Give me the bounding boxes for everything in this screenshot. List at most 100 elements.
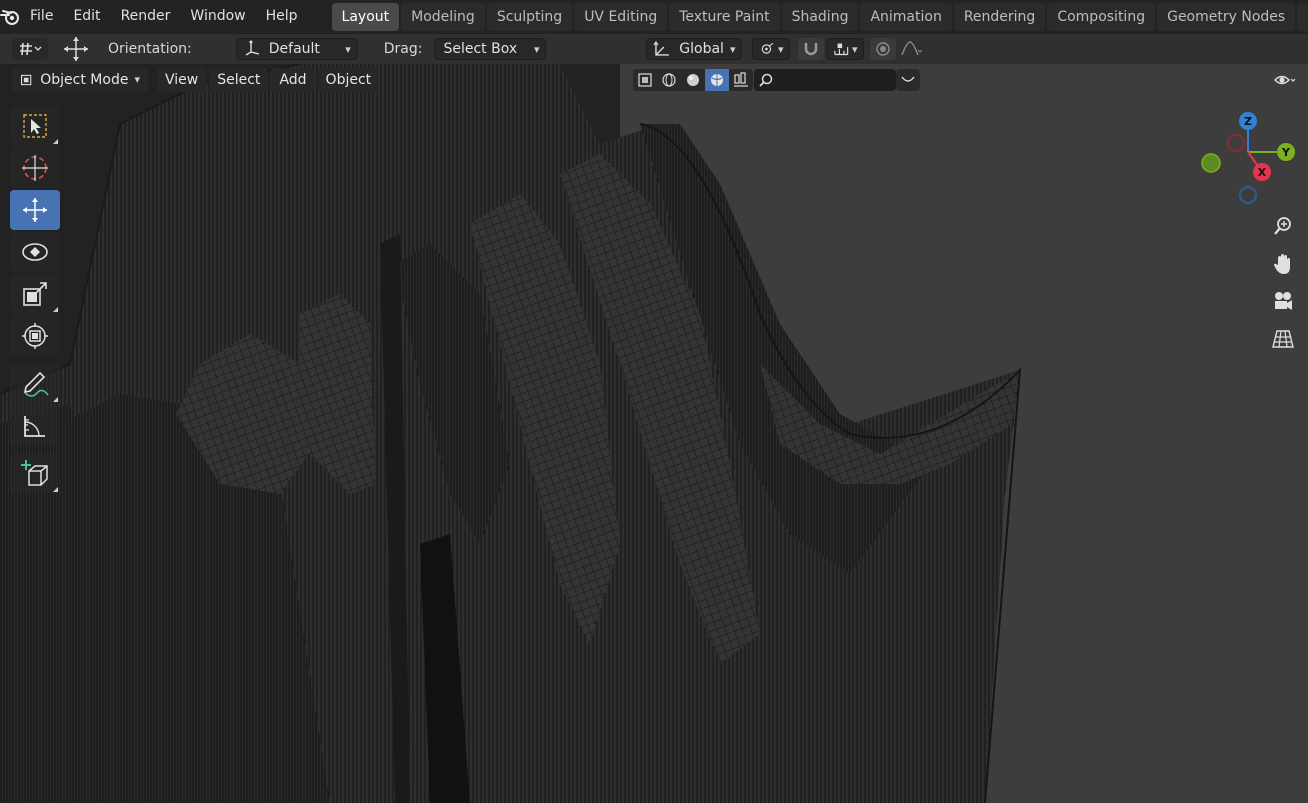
workspace-tabs: Layout Modeling Sculpting UV Editing Tex…	[331, 0, 1308, 34]
measure-tool[interactable]	[10, 406, 60, 446]
rendered-shading-button[interactable]	[705, 69, 729, 91]
add-cube-icon	[21, 460, 48, 486]
magnet-icon	[805, 43, 818, 56]
zoom-button[interactable]	[1267, 210, 1299, 242]
menu-select[interactable]: Select	[209, 68, 269, 92]
editor-type-button[interactable]	[12, 38, 48, 60]
3d-viewport[interactable]	[0, 64, 1308, 803]
transform-orientation-value: Global	[679, 41, 724, 57]
orientation-dropdown[interactable]: Default ▾	[235, 38, 358, 60]
pivot-point-dropdown[interactable]: ▾	[752, 38, 791, 60]
material-preview-icon	[734, 72, 748, 87]
add-cube-tool[interactable]	[10, 454, 60, 494]
chevron-down-icon: ▾	[729, 42, 736, 56]
menu-render[interactable]: Render	[111, 0, 181, 34]
gizmo-y-neg[interactable]	[1201, 153, 1221, 173]
camera-view-button[interactable]	[1267, 285, 1299, 317]
drag-label: Drag:	[383, 41, 423, 57]
gizmo-y-axis[interactable]: Y	[1277, 143, 1295, 161]
move-tool-icon	[60, 37, 92, 61]
tab-rendering[interactable]: Rendering	[953, 3, 1046, 31]
rotate-icon	[22, 243, 48, 261]
blender-logo-icon[interactable]	[0, 0, 20, 34]
rotate-tool[interactable]	[10, 232, 60, 272]
orientation-value: Default	[268, 41, 320, 57]
svg-text:Y: Y	[1281, 146, 1291, 159]
falloff-curve-icon	[901, 41, 923, 56]
snap-increment-icon	[834, 43, 849, 56]
search-icon	[759, 73, 773, 87]
wireframe-mesh	[0, 64, 1308, 803]
transform-orientation-icon	[653, 41, 670, 56]
tool-settings-header: Orientation: Default ▾ Drag: Select Box …	[0, 34, 1308, 64]
rendered-sphere-icon	[711, 74, 723, 86]
xray-toggle[interactable]	[633, 69, 657, 91]
chevron-down-icon: ▾	[777, 42, 784, 56]
wireframe-sphere-icon	[662, 73, 676, 87]
tab-layout[interactable]: Layout	[331, 3, 400, 31]
tab-scripting[interactable]: Scriptin	[1297, 3, 1308, 31]
cursor-tool[interactable]	[10, 148, 60, 188]
material-preview-button[interactable]	[729, 69, 753, 91]
tab-compositing[interactable]: Compositing	[1047, 3, 1156, 31]
ortho-toggle-button[interactable]	[1267, 323, 1299, 355]
annotate-tool[interactable]	[10, 364, 60, 404]
gizmo-x-neg[interactable]	[1227, 134, 1245, 152]
mode-dropdown[interactable]: Object Mode ▾	[12, 68, 148, 92]
snap-toggle[interactable]	[798, 38, 825, 60]
menu-window[interactable]: Window	[180, 0, 255, 34]
ruler-icon	[24, 416, 45, 437]
select-box-tool[interactable]	[10, 106, 60, 146]
blender-window: File Edit Render Window Help Layout Mode…	[0, 0, 1308, 803]
transform-icon	[22, 323, 48, 349]
chevron-down-icon: ▾	[533, 42, 540, 56]
transform-orientation-dropdown[interactable]: Global ▾	[646, 38, 743, 60]
tool-variants-corner	[53, 397, 58, 402]
mode-value: Object Mode	[40, 72, 129, 88]
snap-target-dropdown[interactable]: ▾	[826, 38, 865, 60]
gizmo-x-axis[interactable]: X	[1253, 163, 1271, 181]
shading-mode-group	[633, 69, 753, 91]
zoom-icon	[1274, 217, 1291, 235]
gizmo-z-axis[interactable]: Z	[1239, 112, 1257, 130]
transform-tool[interactable]	[10, 316, 60, 356]
chevron-down-icon: ▾	[851, 42, 858, 56]
xray-icon	[638, 73, 652, 87]
svg-text:X: X	[1258, 166, 1267, 179]
tab-animation[interactable]: Animation	[860, 3, 952, 31]
search-input[interactable]	[778, 72, 888, 88]
hand-pan-icon	[1274, 254, 1290, 274]
wireframe-shading-button[interactable]	[657, 69, 681, 91]
tab-sculpting[interactable]: Sculpting	[486, 3, 573, 31]
tab-shading[interactable]: Shading	[781, 3, 859, 31]
scale-icon	[23, 282, 47, 306]
editor-type-icon	[20, 42, 42, 56]
tool-shelf	[10, 106, 62, 496]
move-tool[interactable]	[10, 190, 60, 230]
menu-object[interactable]: Object	[317, 68, 380, 92]
falloff-dropdown[interactable]	[898, 38, 924, 60]
move-arrows-icon	[23, 198, 47, 222]
tab-uv-editing[interactable]: UV Editing	[574, 3, 668, 31]
menu-view[interactable]: View	[157, 68, 207, 92]
navigation-gizmo[interactable]: Z Y X	[1196, 108, 1300, 212]
tool-variants-corner	[53, 307, 58, 312]
tab-texture-paint[interactable]: Texture Paint	[669, 3, 780, 31]
menu-add[interactable]: Add	[271, 68, 315, 92]
solid-shading-button[interactable]	[681, 69, 705, 91]
proportional-editing-toggle[interactable]	[870, 38, 897, 60]
top-menubar: File Edit Render Window Help Layout Mode…	[0, 0, 1308, 34]
drag-dropdown[interactable]: Select Box ▾	[434, 38, 547, 60]
visibility-dropdown[interactable]	[1266, 68, 1304, 92]
tab-geometry-nodes[interactable]: Geometry Nodes	[1157, 3, 1296, 31]
pan-button[interactable]	[1267, 248, 1299, 280]
orientation-icon	[245, 40, 259, 56]
gizmo-z-neg[interactable]	[1239, 186, 1257, 204]
scale-tool[interactable]	[10, 274, 60, 314]
tab-modeling[interactable]: Modeling	[401, 3, 485, 31]
filter-button[interactable]	[896, 69, 920, 91]
menu-file[interactable]: File	[20, 0, 63, 34]
menu-help[interactable]: Help	[256, 0, 308, 34]
menu-edit[interactable]: Edit	[63, 0, 110, 34]
pencil-icon	[23, 371, 49, 397]
